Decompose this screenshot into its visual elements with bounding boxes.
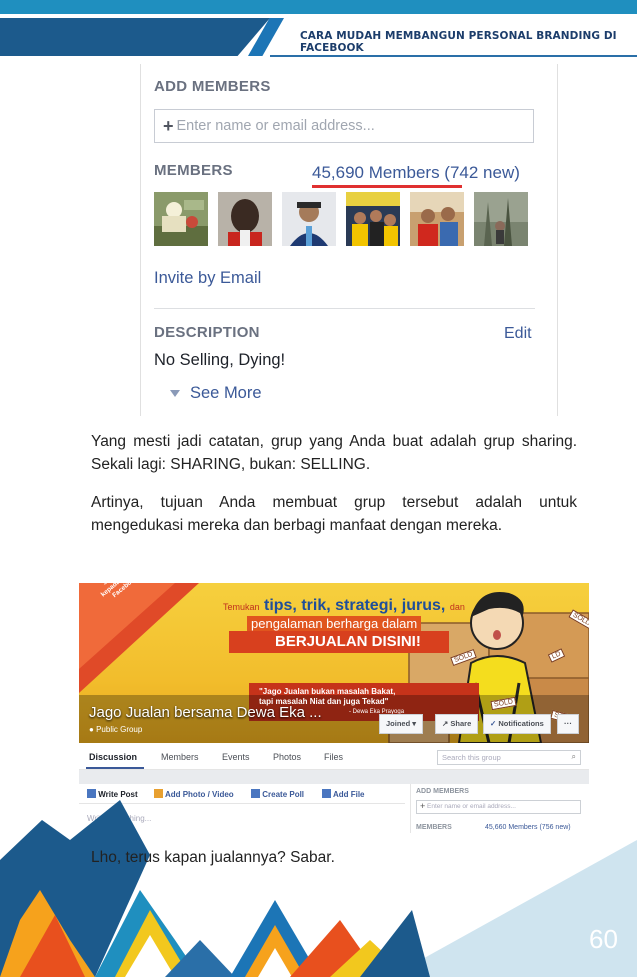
add-photo-button[interactable]: Add Photo / Video: [154, 789, 234, 799]
plus-icon: +: [163, 115, 174, 136]
add-file-label: Add File: [332, 790, 365, 799]
add-member-placeholder: Enter name or email address...: [176, 118, 375, 134]
search-placeholder: Search this group: [442, 753, 501, 762]
page-number: 60: [589, 924, 618, 954]
header-top-bar: [0, 0, 637, 14]
more-options-button[interactable]: ···: [557, 714, 579, 734]
check-icon: ✓: [490, 719, 497, 728]
group-type-label: Public Group: [96, 725, 143, 734]
members-label: MEMBERS: [154, 162, 233, 179]
paragraph: Yang mesti jadi catatan, grup yang Anda …: [91, 433, 577, 473]
see-more-link[interactable]: See More: [170, 384, 262, 403]
joined-button[interactable]: Joined ▾: [379, 714, 424, 734]
member-avatar[interactable]: [474, 192, 528, 246]
divider: [154, 308, 535, 309]
invite-by-email-link[interactable]: Invite by Email: [154, 269, 261, 288]
member-avatar[interactable]: [154, 192, 208, 246]
pencil-icon: [87, 789, 96, 798]
share-arrow-icon: ↗: [442, 719, 449, 728]
group-search-input[interactable]: Search this group ⌕: [437, 750, 581, 765]
poll-icon: [251, 789, 260, 798]
write-post-button[interactable]: Write Post: [87, 789, 138, 799]
search-icon: ⌕: [571, 752, 576, 761]
decorative-footer-graphic: [0, 800, 637, 977]
tab-photos[interactable]: Photos: [273, 752, 301, 762]
headline-line2: pengalaman berharga dalam: [247, 616, 422, 631]
description-text: No Selling, Dying!: [154, 351, 286, 369]
member-avatar[interactable]: [346, 192, 400, 246]
headline-prefix: Temukan: [223, 602, 260, 612]
headline-line3: BERJUALAN DISINI!: [275, 633, 421, 650]
member-avatar[interactable]: [410, 192, 464, 246]
quote-line1: "Jago Jualan bukan masalah Bakat,: [259, 687, 396, 696]
headline-bold: tips, trik, strategi, jurus,: [263, 597, 446, 614]
members-highlight-underline: [312, 185, 462, 188]
tab-files[interactable]: Files: [324, 752, 343, 762]
add-member-input[interactable]: + Enter name or email address...: [154, 109, 534, 143]
add-file-button[interactable]: Add File: [322, 789, 365, 799]
header-dark-band: [0, 18, 270, 56]
add-photo-label: Add Photo / Video: [164, 790, 234, 799]
header-rule: [270, 55, 637, 57]
globe-icon: ●: [89, 725, 94, 734]
active-tab-indicator: [86, 767, 144, 769]
triangle-down-icon: [170, 390, 180, 398]
create-poll-label: Create Poll: [262, 790, 305, 799]
tab-events[interactable]: Events: [222, 752, 250, 762]
members-count-link[interactable]: 45,690 Members (742 new): [312, 163, 520, 183]
paragraph: Artinya, tujuan Anda membuat grup terseb…: [91, 494, 577, 534]
member-avatar[interactable]: [218, 192, 272, 246]
create-poll-button[interactable]: Create Poll: [251, 789, 304, 799]
member-avatar[interactable]: [282, 192, 336, 246]
edit-description-link[interactable]: Edit: [504, 325, 532, 343]
file-icon: [322, 789, 331, 798]
description-label: DESCRIPTION: [154, 324, 260, 341]
header-title: CARA MUDAH MEMBANGUN PERSONAL BRANDING D…: [300, 30, 617, 54]
closing-paragraph: Lho, terus kapan jualannya? Sabar.: [91, 849, 335, 866]
share-label: Share: [450, 719, 472, 728]
group-privacy: ● Public Group: [89, 725, 142, 734]
tab-members[interactable]: Members: [161, 752, 199, 762]
tab-discussion[interactable]: Discussion: [89, 752, 137, 762]
write-post-label: Write Post: [98, 790, 138, 799]
sidebar-add-members-label: ADD MEMBERS: [416, 788, 469, 795]
gray-separator: [79, 770, 589, 784]
group-name[interactable]: Jago Jualan bersama Dewa Eka ...: [89, 704, 322, 721]
add-members-label: ADD MEMBERS: [154, 78, 271, 95]
header-gap: [0, 14, 637, 18]
headline-suffix: dan: [449, 602, 465, 612]
group-cover-photo: Silakan SHARE kepada teman-teman Faceboo…: [79, 583, 589, 743]
notifications-label: Notifications: [498, 719, 544, 728]
photo-icon: [154, 789, 163, 798]
share-button[interactable]: ↗ Share: [435, 714, 479, 734]
notifications-button[interactable]: ✓ Notifications: [483, 714, 551, 734]
see-more-label: See More: [190, 384, 262, 402]
